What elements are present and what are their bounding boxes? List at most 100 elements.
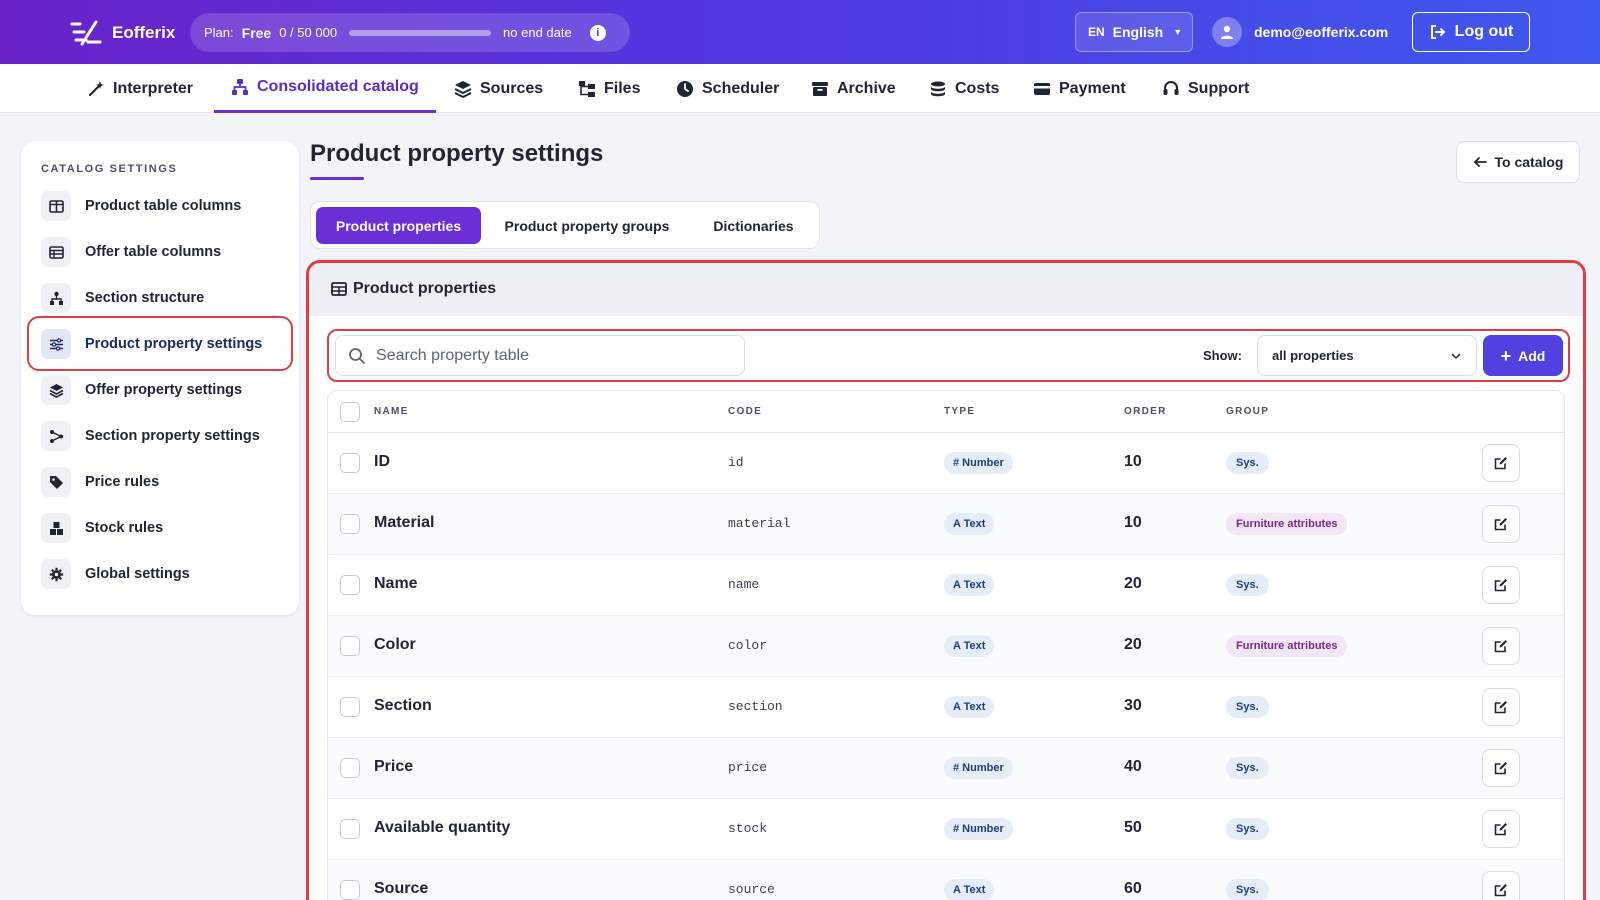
sidebar-item-offer-table-columns[interactable]: Offer table columns (41, 233, 291, 271)
search-input[interactable] (376, 346, 736, 365)
to-catalog-label: To catalog (1494, 154, 1564, 170)
sidebar-item-offer-property-settings[interactable]: Offer property settings (41, 371, 291, 409)
edit-button[interactable] (1482, 810, 1520, 848)
nav-item-payment[interactable]: Payment (1016, 64, 1143, 113)
share-nodes-icon (41, 421, 71, 451)
show-filter-select[interactable]: all properties (1257, 335, 1477, 376)
add-label: Add (1518, 347, 1546, 364)
edit-button[interactable] (1482, 566, 1520, 604)
sidebar-item-label: Product table columns (85, 198, 242, 214)
nav-item-sources[interactable]: Sources (437, 64, 560, 113)
to-catalog-button[interactable]: To catalog (1456, 141, 1580, 183)
nav-item-consolidated-catalog[interactable]: Consolidated catalog (214, 64, 436, 113)
add-property-button[interactable]: + Add (1483, 335, 1563, 376)
type-badge: A Text (944, 513, 995, 535)
edit-button[interactable] (1482, 505, 1520, 543)
property-code: source (728, 882, 775, 897)
panel-title-text: Product properties (353, 280, 497, 297)
app-logo[interactable]: Eofferix (70, 20, 175, 46)
edit-button[interactable] (1482, 627, 1520, 665)
table-row: ID id # Number 10 Sys. (328, 433, 1564, 494)
row-checkbox[interactable] (340, 880, 360, 900)
sidebar-item-label: Offer property settings (85, 382, 243, 398)
group-badge: Sys. (1226, 574, 1269, 596)
plan-name: Free (241, 24, 272, 41)
catalog-settings-sidebar: CATALOG SETTINGS Product table columns O… (21, 141, 299, 615)
sidebar-item-stock-rules[interactable]: Stock rules (41, 509, 291, 547)
row-checkbox[interactable] (340, 758, 360, 778)
edit-icon (1494, 701, 1507, 714)
column-header-name[interactable]: NAME (374, 406, 409, 417)
column-header-order[interactable]: ORDER (1124, 406, 1167, 417)
nav-label: Interpreter (113, 79, 194, 97)
properties-table: NAME CODE TYPE ORDER GROUP ID id # Number 1… (327, 390, 1565, 900)
gear-icon (41, 559, 71, 589)
table-row: Section section A Text 30 Sys. (328, 677, 1564, 738)
property-name: ID (374, 453, 390, 470)
tab-product-properties[interactable]: Product properties (316, 207, 481, 244)
table-toolbar: Show: all properties + Add (327, 329, 1570, 382)
type-badge: A Text (944, 574, 995, 596)
property-name: Source (374, 880, 429, 897)
nav-item-costs[interactable]: Costs (912, 64, 1016, 113)
edit-button[interactable] (1482, 688, 1520, 726)
archive-icon (812, 81, 828, 96)
sidebar-item-section-structure[interactable]: Section structure (41, 279, 291, 317)
usage-text: 0 / 50 000 (279, 25, 338, 40)
logo-icon (70, 20, 102, 46)
credit-card-icon (1034, 82, 1050, 95)
row-checkbox[interactable] (340, 453, 360, 473)
edit-button[interactable] (1482, 871, 1520, 900)
sidebar-item-product-table-columns[interactable]: Product table columns (41, 187, 291, 225)
nav-item-support[interactable]: Support (1145, 64, 1266, 113)
search-box (335, 335, 745, 376)
edit-button[interactable] (1482, 749, 1520, 787)
edit-icon (1494, 762, 1507, 775)
column-header-code[interactable]: CODE (728, 406, 762, 417)
property-name: Available quantity (374, 819, 511, 836)
property-code: name (728, 577, 760, 592)
sidebar-item-price-rules[interactable]: Price rules (41, 463, 291, 501)
user-email: demo@eofferix.com (1254, 24, 1389, 40)
table-row: Available quantity stock # Number 50 Sys. (328, 799, 1564, 860)
main-nav: Interpreter Consolidated catalog Sources… (0, 64, 1600, 113)
row-checkbox[interactable] (340, 819, 360, 839)
select-all-checkbox[interactable] (340, 402, 360, 422)
property-code: id (728, 455, 744, 470)
edit-icon (1494, 518, 1507, 531)
property-code: price (728, 760, 768, 775)
product-properties-panel: Product properties Show: all properties … (306, 260, 1586, 900)
nav-item-scheduler[interactable]: Scheduler (659, 64, 796, 113)
column-header-type[interactable]: TYPE (944, 406, 975, 417)
plan-label: Plan: (204, 25, 234, 40)
show-filter-value: all properties (1272, 348, 1354, 363)
group-badge: Sys. (1226, 452, 1269, 474)
edit-icon (1494, 823, 1507, 836)
edit-icon (1494, 640, 1507, 653)
row-checkbox[interactable] (340, 636, 360, 656)
row-checkbox[interactable] (340, 697, 360, 717)
type-badge: # Number (944, 818, 1013, 840)
layers-icon (454, 80, 472, 98)
nav-item-interpreter[interactable]: Interpreter (70, 64, 210, 113)
language-selector[interactable]: EN English ▼ (1075, 12, 1193, 52)
info-icon[interactable]: i (589, 24, 606, 41)
column-header-group[interactable]: GROUP (1226, 406, 1269, 417)
type-badge: A Text (944, 696, 995, 718)
tab-dictionaries[interactable]: Dictionaries (691, 207, 816, 244)
sidebar-item-global-settings[interactable]: Global settings (41, 555, 291, 593)
tab-product-property-groups[interactable]: Product property groups (487, 207, 687, 244)
nav-item-archive[interactable]: Archive (794, 64, 913, 113)
property-name: Name (374, 575, 418, 592)
page-title: Product property settings (310, 140, 604, 167)
user-menu[interactable]: demo@eofferix.com (1212, 17, 1388, 47)
edit-icon (1494, 884, 1507, 897)
sidebar-item-section-property-settings[interactable]: Section property settings (41, 417, 291, 455)
row-checkbox[interactable] (340, 575, 360, 595)
row-checkbox[interactable] (340, 514, 360, 534)
logout-button[interactable]: Log out (1412, 12, 1530, 52)
nav-item-files[interactable]: Files (561, 64, 657, 113)
edit-button[interactable] (1482, 444, 1520, 482)
nav-label: Payment (1059, 79, 1126, 97)
arrow-left-icon (1473, 157, 1487, 167)
